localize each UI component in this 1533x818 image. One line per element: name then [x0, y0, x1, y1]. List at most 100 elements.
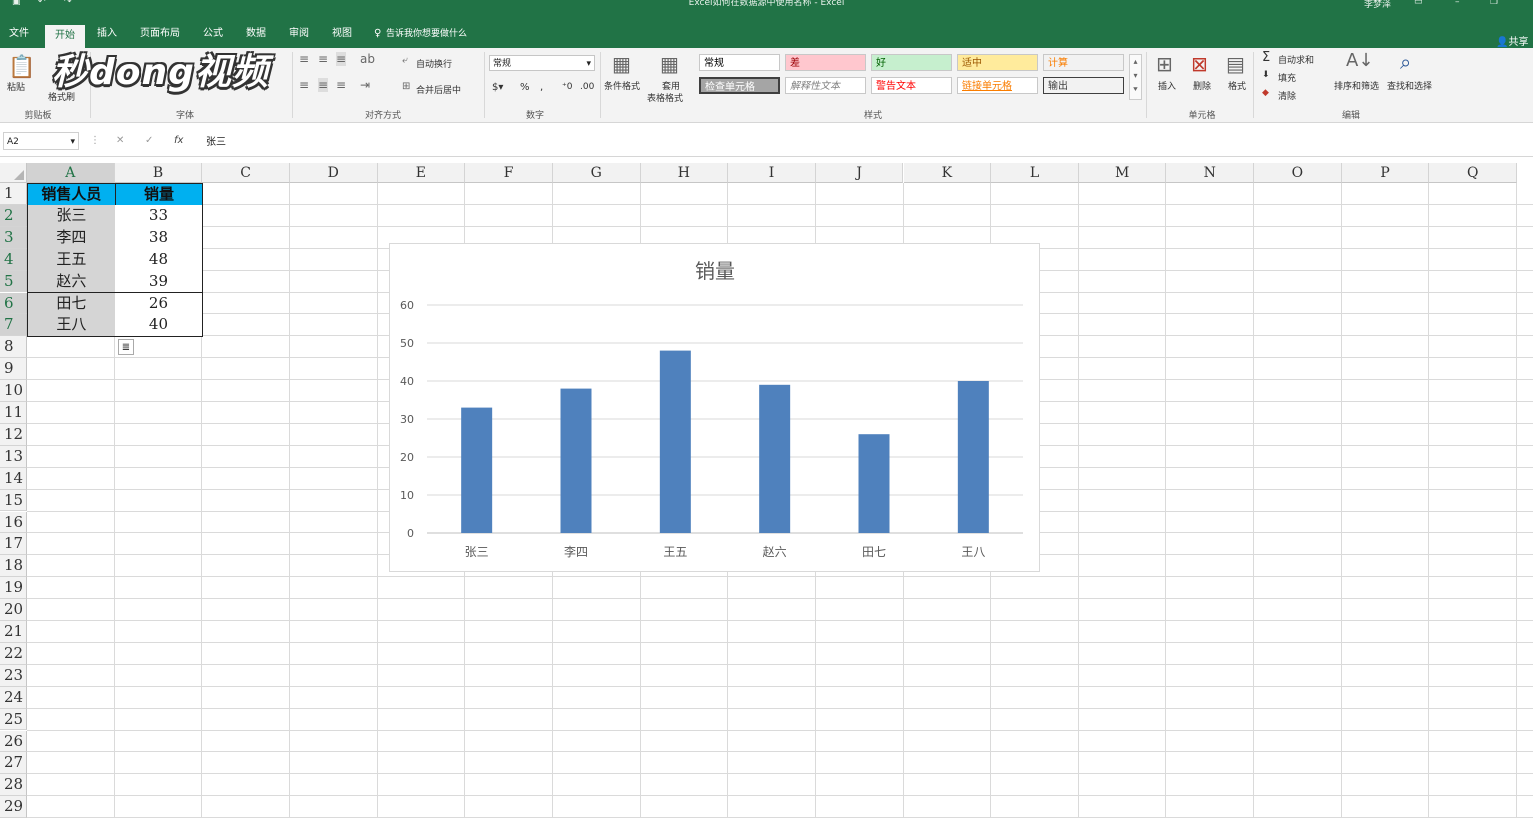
formula-input[interactable]: 张三	[206, 133, 226, 148]
data-cell-value[interactable]: 38	[114, 226, 204, 250]
tab-page-layout[interactable]: 页面布局	[136, 23, 184, 48]
quick-analysis-icon[interactable]: ≣	[118, 339, 134, 356]
row-header-18[interactable]: 18	[0, 555, 27, 578]
cell-style-7[interactable]: 警告文本	[871, 77, 952, 94]
cancel-icon[interactable]: ✕	[116, 135, 124, 146]
tell-me-search[interactable]: 告诉我你想要做什么	[386, 23, 486, 48]
autosum-button[interactable]: 自动求和	[1278, 53, 1314, 66]
cell-style-1[interactable]: 差	[785, 54, 866, 71]
data-cell-name[interactable]: 田七	[27, 292, 116, 316]
data-cell-name[interactable]: 李四	[27, 226, 116, 250]
clear-button[interactable]: 清除	[1278, 89, 1296, 102]
column-header-n[interactable]: N	[1166, 163, 1255, 183]
minimize-icon[interactable]: –	[1455, 0, 1460, 7]
insert-cells-icon[interactable]: ⊞	[1156, 52, 1173, 76]
insert-cells-button[interactable]: 插入	[1158, 79, 1176, 92]
currency-icon[interactable]: $▾	[492, 82, 503, 93]
data-cell-value[interactable]: 39	[114, 270, 204, 294]
column-header-p[interactable]: P	[1341, 163, 1430, 183]
cell-style-5[interactable]: 检查单元格	[699, 77, 780, 94]
column-header-j[interactable]: J	[815, 163, 904, 183]
increase-decimal-icon[interactable]: ⁺0	[562, 82, 572, 92]
header-cell-salesperson[interactable]: 销售人员	[27, 183, 116, 206]
cell-style-6[interactable]: 解释性文本	[785, 77, 866, 94]
row-header-10[interactable]: 10	[0, 380, 27, 402]
column-header-b[interactable]: B	[114, 163, 203, 183]
select-all-corner[interactable]	[0, 163, 27, 183]
column-header-f[interactable]: F	[465, 163, 553, 183]
data-cell-value[interactable]: 48	[114, 248, 204, 272]
data-cell-name[interactable]: 王八	[27, 314, 116, 338]
column-header-k[interactable]: K	[903, 163, 992, 183]
row-header-15[interactable]: 15	[0, 489, 27, 512]
cell-style-8[interactable]: 链接单元格	[957, 77, 1038, 94]
cell-style-9[interactable]: 输出	[1043, 77, 1124, 94]
row-header-12[interactable]: 12	[0, 423, 27, 446]
cell-style-3[interactable]: 适中	[957, 54, 1038, 71]
row-header-22[interactable]: 22	[0, 642, 27, 665]
delete-cells-icon[interactable]: ⊠	[1191, 52, 1208, 76]
find-select-button[interactable]: 查找和选择	[1387, 79, 1432, 92]
align-center-icon[interactable]: ≡	[318, 78, 329, 92]
align-middle-icon[interactable]: ≡	[318, 52, 328, 66]
orientation-icon[interactable]: ab	[360, 52, 375, 66]
cell-style-2[interactable]: 好	[871, 54, 952, 71]
share-button[interactable]: 👤共享	[1496, 33, 1528, 48]
cell-style-4[interactable]: 计算	[1043, 54, 1124, 71]
row-header-3[interactable]: 3	[0, 226, 27, 249]
restore-icon[interactable]: ❐	[1490, 0, 1498, 7]
align-right-icon[interactable]: ≡	[336, 78, 346, 92]
find-select-icon[interactable]: ⌕	[1400, 50, 1411, 74]
column-header-d[interactable]: D	[289, 163, 378, 183]
name-box[interactable]: A2 ▾	[3, 132, 79, 150]
column-header-m[interactable]: M	[1078, 163, 1167, 183]
column-header-q[interactable]: Q	[1429, 163, 1518, 183]
table-format-icon[interactable]: ▦	[660, 52, 679, 76]
row-header-20[interactable]: 20	[0, 599, 27, 621]
row-header-11[interactable]: 11	[0, 402, 27, 424]
row-header-23[interactable]: 23	[0, 664, 27, 687]
data-cell-value[interactable]: 33	[114, 204, 204, 228]
tab-formulas[interactable]: 公式	[198, 23, 228, 48]
align-top-icon[interactable]: ≡	[299, 52, 309, 66]
row-header-29[interactable]: 29	[0, 796, 27, 818]
row-header-27[interactable]: 27	[0, 752, 27, 775]
number-format-select[interactable]: 常规 ▾	[489, 55, 595, 71]
header-cell-sales[interactable]: 销量	[114, 183, 204, 206]
cell-style-0[interactable]: 常规	[699, 54, 780, 71]
row-header-1[interactable]: 1	[0, 183, 27, 205]
row-header-7[interactable]: 7	[0, 314, 27, 337]
format-table-label-b[interactable]: 表格格式	[647, 91, 683, 104]
tab-review[interactable]: 审阅	[284, 23, 314, 48]
indent-icon[interactable]: ⇥	[360, 78, 370, 92]
data-cell-name[interactable]: 赵六	[27, 270, 116, 294]
conditional-format-button[interactable]: 条件格式	[604, 79, 640, 92]
row-header-17[interactable]: 17	[0, 533, 27, 556]
align-left-icon[interactable]: ≡	[299, 78, 309, 92]
conditional-format-icon[interactable]: ▦	[612, 52, 631, 76]
row-header-2[interactable]: 2	[0, 204, 27, 227]
comma-icon[interactable]: ,	[540, 82, 543, 93]
row-header-26[interactable]: 26	[0, 730, 27, 753]
row-header-24[interactable]: 24	[0, 686, 27, 709]
percent-icon[interactable]: %	[520, 82, 530, 93]
sort-filter-button[interactable]: 排序和筛选	[1334, 79, 1379, 92]
merge-center-button[interactable]: 合并后居中	[416, 83, 461, 96]
row-header-13[interactable]: 13	[0, 445, 27, 468]
row-header-8[interactable]: 8	[0, 336, 27, 359]
column-header-e[interactable]: E	[377, 163, 466, 183]
tab-insert[interactable]: 插入	[92, 23, 122, 48]
column-header-l[interactable]: L	[991, 163, 1079, 183]
sort-filter-icon[interactable]: A↓	[1346, 50, 1373, 71]
align-bottom-icon[interactable]: ≡	[336, 52, 347, 66]
column-header-c[interactable]: C	[202, 163, 290, 183]
data-cell-value[interactable]: 26	[114, 292, 204, 316]
data-cell-name[interactable]: 张三	[27, 204, 116, 228]
user-name[interactable]: 李梦泽	[1364, 0, 1391, 10]
column-header-o[interactable]: O	[1254, 163, 1342, 183]
insert-function-icon[interactable]: fx	[174, 135, 183, 146]
data-cell-value[interactable]: 40	[114, 314, 204, 338]
enter-icon[interactable]: ✓	[145, 135, 153, 146]
tab-home[interactable]: 开始	[45, 25, 85, 48]
row-header-25[interactable]: 25	[0, 708, 27, 731]
